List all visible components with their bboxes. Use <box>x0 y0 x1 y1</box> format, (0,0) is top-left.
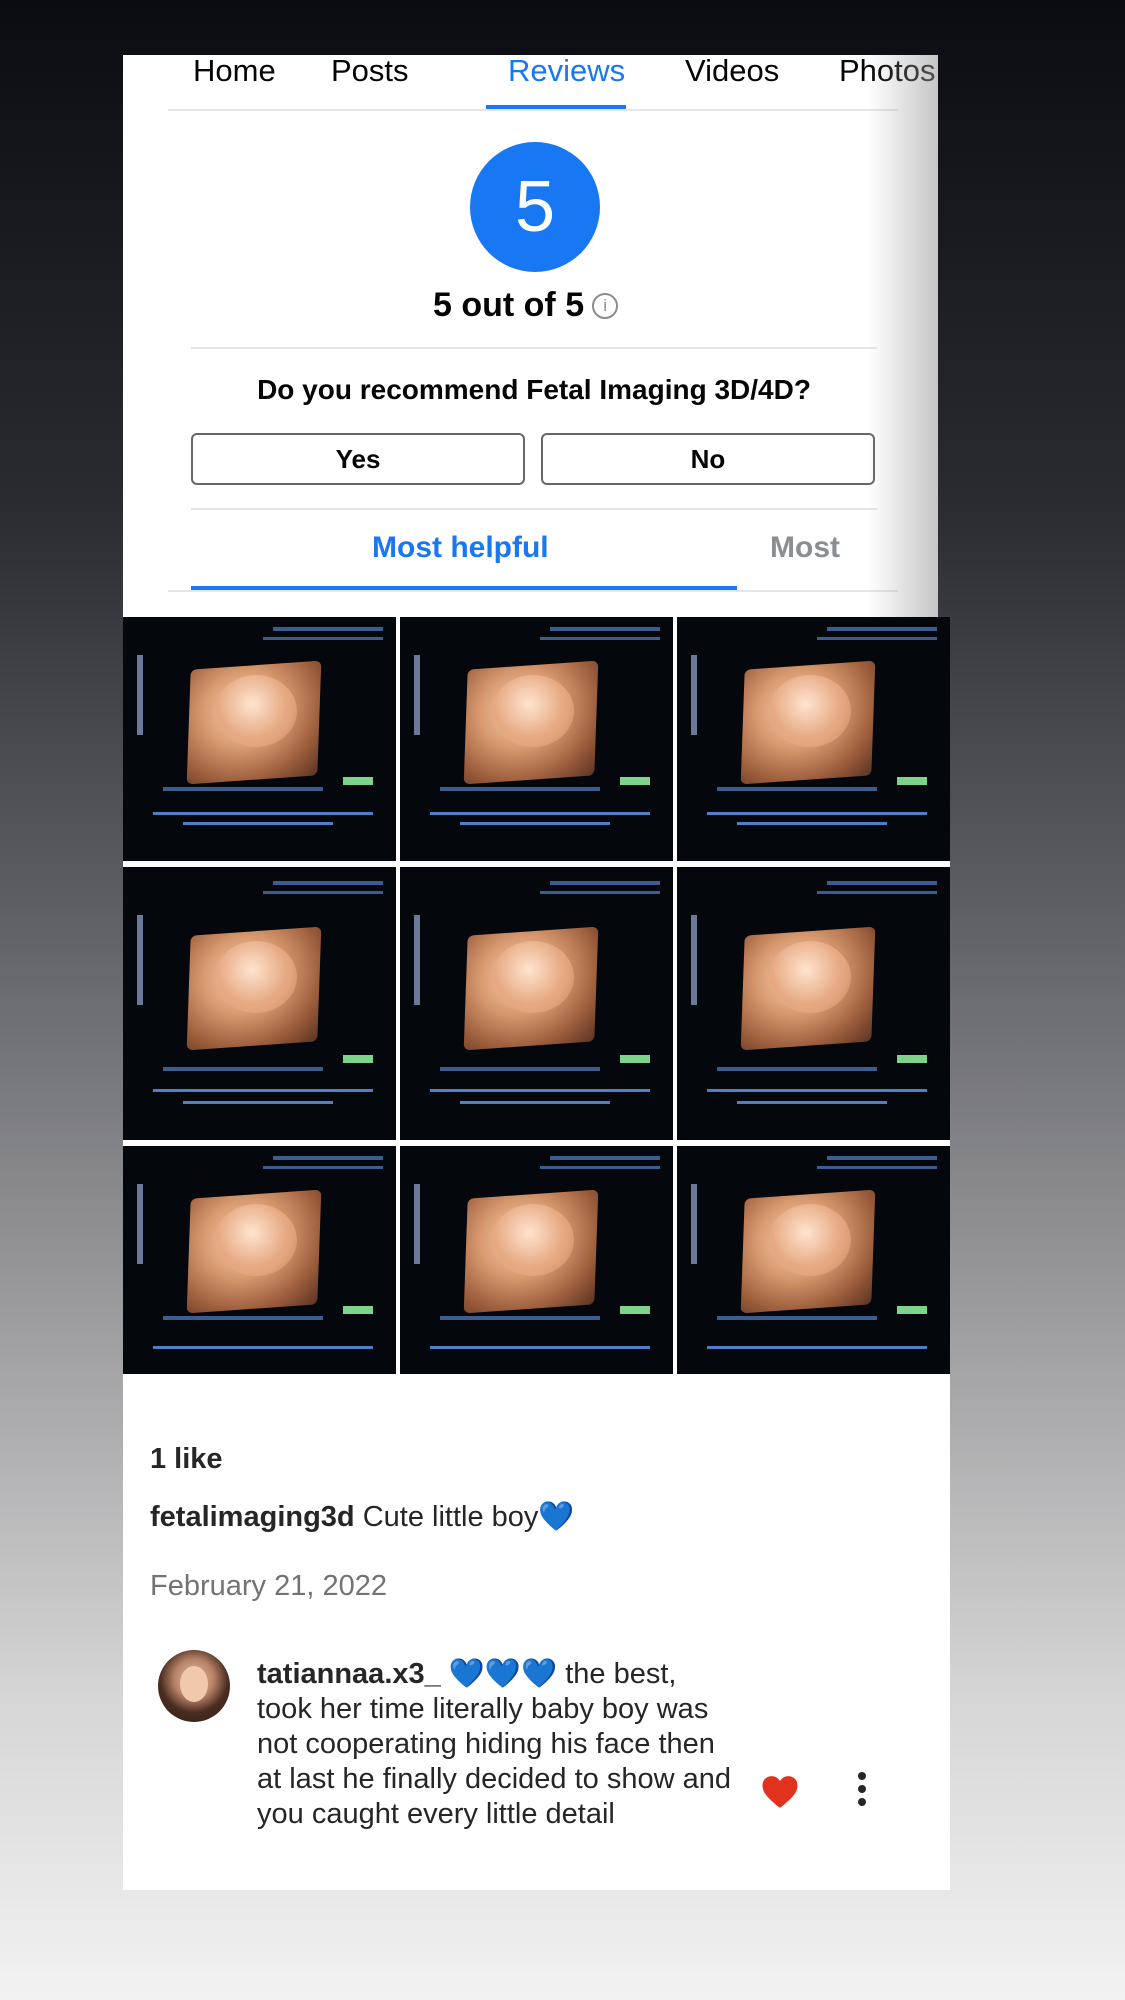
active-tab-indicator <box>486 105 626 109</box>
recommend-no-button[interactable]: No <box>541 433 875 485</box>
divider <box>191 347 877 349</box>
ultrasound-image <box>400 1146 673 1374</box>
sort-tab-most-recent[interactable]: Most <box>770 531 840 565</box>
ultrasound-image <box>123 867 396 1140</box>
page-tabs: Home Posts Reviews Videos Photos <box>168 55 936 111</box>
sort-tab-indicator <box>191 586 737 590</box>
ultrasound-image <box>123 617 396 861</box>
ultrasound-image <box>677 867 950 1140</box>
tab-home[interactable]: Home <box>193 55 276 86</box>
info-icon[interactable]: i <box>592 292 619 319</box>
caption-text: Cute little boy💙 <box>354 1501 575 1533</box>
rating-text: 5 out of 5 <box>433 286 585 324</box>
fetus-face <box>492 675 574 747</box>
rating-badge: 5 <box>470 142 600 272</box>
ultrasound-image <box>677 1146 950 1374</box>
tab-videos[interactable]: Videos <box>685 55 779 86</box>
reviews-panel: Home Posts Reviews Videos Photos 5 5 out… <box>123 55 938 617</box>
caption-username[interactable]: fetalimaging3d <box>150 1501 355 1533</box>
like-count[interactable]: 1 like <box>150 1443 223 1476</box>
tab-posts[interactable]: Posts <box>331 55 409 86</box>
comment: tatiannaa.x3_ 💙💙💙 the best, took her tim… <box>257 1657 737 1832</box>
more-options-icon[interactable] <box>857 1772 867 1806</box>
sort-tabs-baseline <box>168 590 898 592</box>
fetus-face <box>769 941 851 1013</box>
instagram-post: 1 like fetalimaging3d Cute little boy💙 F… <box>123 617 950 1890</box>
fetus-face <box>769 675 851 747</box>
ultrasound-image <box>677 617 950 861</box>
fetus-face <box>492 941 574 1013</box>
divider <box>191 508 877 510</box>
ultrasound-photo-collage[interactable] <box>123 617 950 1374</box>
tab-photos[interactable]: Photos <box>839 55 936 86</box>
sort-tab-most-helpful[interactable]: Most helpful <box>372 531 549 565</box>
fetus-face <box>215 675 297 747</box>
fetus-face <box>769 1204 851 1276</box>
fetus-face <box>215 1204 297 1276</box>
ultrasound-image <box>400 867 673 1140</box>
heart-icon[interactable] <box>760 1772 800 1812</box>
rating-summary: 5 out of 5 i <box>433 286 619 325</box>
tab-reviews[interactable]: Reviews <box>508 55 625 86</box>
avatar[interactable] <box>158 1650 230 1722</box>
fetus-face <box>215 941 297 1013</box>
post-caption: fetalimaging3d Cute little boy💙 <box>150 1500 575 1534</box>
comment-username[interactable]: tatiannaa.x3_ <box>257 1658 441 1690</box>
recommend-question: Do you recommend Fetal Imaging 3D/4D? <box>257 374 811 405</box>
ultrasound-image <box>400 617 673 861</box>
post-date: February 21, 2022 <box>150 1570 387 1602</box>
fetus-face <box>492 1204 574 1276</box>
recommend-yes-button[interactable]: Yes <box>191 433 525 485</box>
ultrasound-image <box>123 1146 396 1374</box>
